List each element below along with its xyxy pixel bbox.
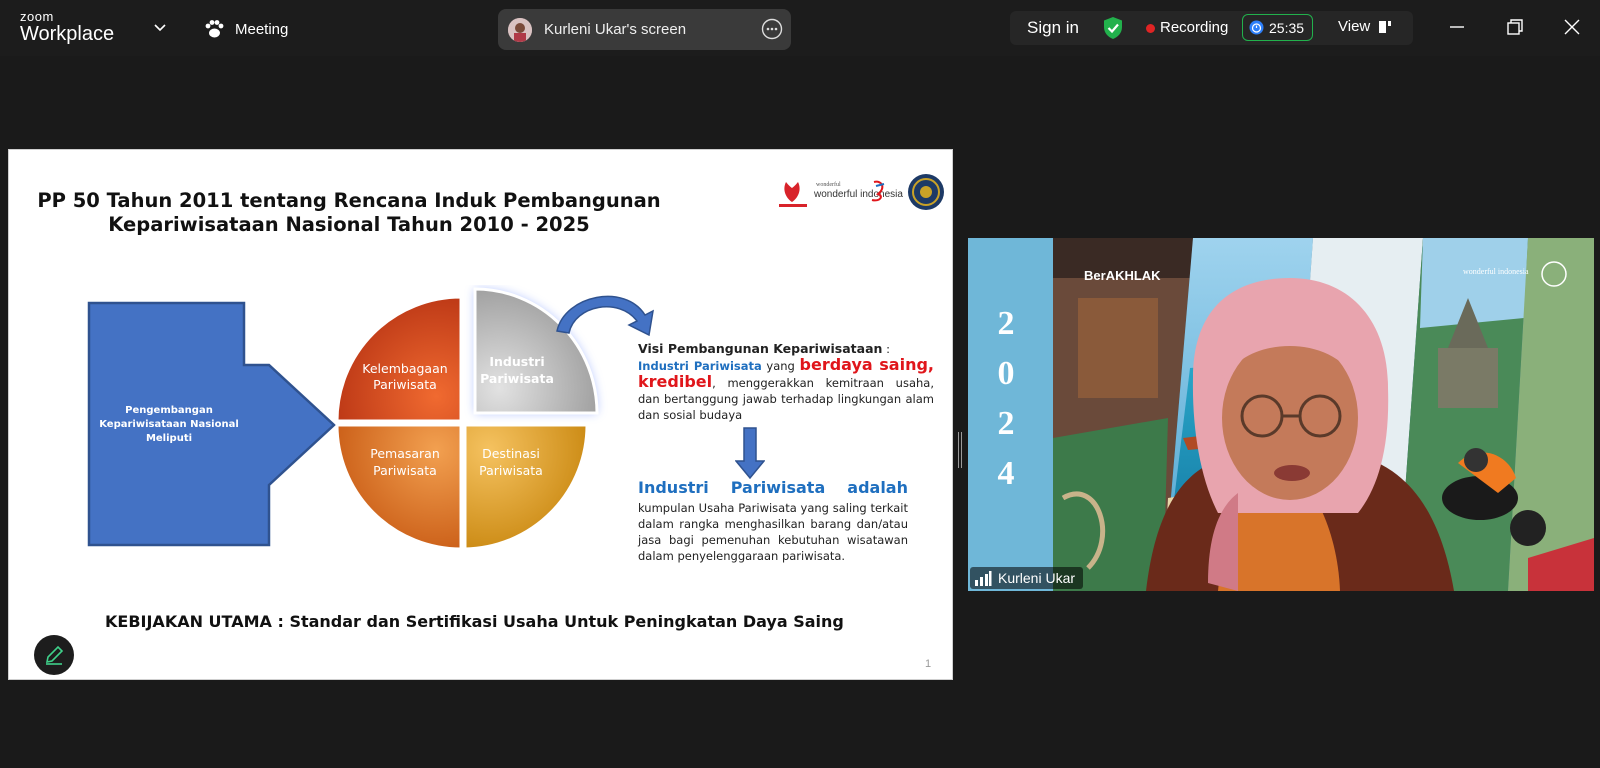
meeting-label: Meeting: [235, 20, 289, 38]
kebijakan-utama: KEBIJAKAN UTAMA : Standar dan Sertifikas…: [105, 612, 844, 631]
year-digit-3: 2: [998, 405, 1015, 442]
view-button[interactable]: View: [1338, 18, 1392, 35]
shield-check-icon[interactable]: [1102, 16, 1124, 40]
industri-body: kumpulan Usaha Pariwisata yang saling te…: [638, 501, 908, 563]
year-digit-4: 4: [998, 455, 1015, 492]
more-icon[interactable]: [761, 18, 783, 40]
industri-heading: Industri Pariwisata adalah: [638, 480, 908, 496]
slide-title-line-1: PP 50 Tahun 2011 tentang Rencana Induk P…: [37, 189, 661, 212]
sign-in-button[interactable]: Sign in: [1027, 18, 1079, 38]
logo-indonesia: wonderful indonesia: [813, 189, 903, 200]
industri-heading-2: Pariwisata: [730, 478, 826, 497]
quad-tl-line-2: Pariwisata: [373, 377, 437, 392]
visi-text: Visi Pembangunan Kepariwisataan : Indust…: [638, 341, 934, 423]
panel-resize-handle[interactable]: [958, 432, 962, 468]
logo-wonderful: wonderful: [816, 181, 841, 188]
timer-icon: [1249, 20, 1264, 35]
timer-value: 25:35: [1269, 19, 1305, 36]
year-digit-1: 2: [998, 305, 1015, 342]
quadrant-destinasi: [463, 423, 589, 551]
view-label: View: [1338, 18, 1371, 35]
recording-label[interactable]: Recording: [1160, 19, 1228, 36]
quadrant-kelembagaan: [335, 295, 463, 423]
close-icon[interactable]: [1561, 16, 1583, 38]
industri-heading-3: adalah: [847, 478, 908, 497]
pencil-icon: [45, 645, 64, 665]
paw-icon: [205, 20, 224, 38]
arrow-label-line-2: Kepariwisataan Nasional: [99, 419, 239, 430]
slide-logos: wonderful wonderful indonesia: [779, 174, 944, 210]
avatar: [508, 17, 532, 42]
bg-logo-text: wonderful indonesia: [1463, 267, 1529, 276]
bangga-logo-icon: [779, 182, 807, 207]
zoom-logo: zoom Workplace: [20, 10, 114, 44]
arrow-label-line-1: Pengembangan: [125, 405, 213, 416]
meeting-menu-button[interactable]: Meeting: [203, 14, 288, 44]
year-digit-2: 0: [998, 355, 1015, 392]
quadrant-pemasaran: [335, 423, 463, 551]
annotate-button[interactable]: [34, 635, 74, 675]
industri-definition: Industri Pariwisata adalah kumpulan Usah…: [638, 480, 908, 564]
curved-arrow-shape: [556, 295, 654, 337]
visi-heading: Visi Pembangunan Kepariwisataan: [638, 341, 883, 356]
visi-colon: :: [882, 342, 890, 356]
quad-br-line-1: Destinasi: [482, 446, 540, 461]
visi-kredibel: kredibel: [638, 372, 713, 391]
layout-icon: [1379, 20, 1392, 33]
arrow-label-line-3: Meliputi: [146, 433, 192, 444]
restore-icon[interactable]: [1504, 16, 1526, 38]
screen-share-indicator[interactable]: Kurleni Ukar's screen: [498, 9, 791, 50]
quad-br-line-2: Pariwisata: [479, 463, 543, 478]
shared-slide: PP 50 Tahun 2011 tentang Rencana Induk P…: [8, 149, 953, 680]
tourism-diagram: Pengembangan Kepariwisataan Nasional Mel…: [87, 287, 654, 551]
status-bar: Sign in Recording 25:35 View: [1010, 11, 1413, 45]
page-number: 1: [925, 658, 932, 670]
minimize-icon[interactable]: [1446, 16, 1468, 38]
visi-berdaya-saing: berdaya saing,: [799, 355, 934, 374]
brand-workplace: Workplace: [20, 23, 115, 45]
bg-brand-text: BerAKHLAK: [1084, 268, 1161, 283]
quad-tl-line-1: Kelembagaan: [362, 361, 447, 376]
meeting-timer[interactable]: 25:35: [1242, 14, 1313, 41]
quad-bl-line-2: Pariwisata: [373, 463, 437, 478]
quad-bl-line-1: Pemasaran: [370, 446, 440, 461]
share-label: Kurleni Ukar's screen: [544, 21, 687, 38]
chevron-down-icon[interactable]: [150, 18, 170, 38]
meeting-toolbar: zoom Workplace Meeting Kurleni Ukar's sc…: [0, 0, 1600, 56]
participant-name: Kurleni Ukar: [998, 570, 1076, 586]
quad-tr-line-1: Industri: [489, 354, 544, 369]
participant-video-tile[interactable]: BerAKHLAK wonderful indonesia 2 0 2 4 Ku…: [968, 238, 1594, 591]
quad-tr-line-2: Pariwisata: [480, 371, 554, 386]
participant-name-tag: Kurleni Ukar: [970, 567, 1084, 589]
video-frame: BerAKHLAK wonderful indonesia 2 0 2 4: [968, 238, 1594, 591]
down-arrow-shape: [735, 427, 765, 479]
brand-zoom: zoom: [20, 9, 54, 24]
visi-industri: Industri Pariwisata: [638, 359, 762, 373]
slide-title: PP 50 Tahun 2011 tentang Rencana Induk P…: [29, 189, 669, 237]
industri-heading-1: Industri: [638, 478, 709, 497]
ministry-seal-icon: [908, 174, 944, 210]
recording-dot: [1146, 24, 1155, 33]
visi-yang: yang: [761, 359, 800, 373]
slide-title-line-2: Kepariwisataan Nasional Tahun 2010 - 202…: [108, 213, 590, 236]
signal-icon: [975, 571, 992, 586]
